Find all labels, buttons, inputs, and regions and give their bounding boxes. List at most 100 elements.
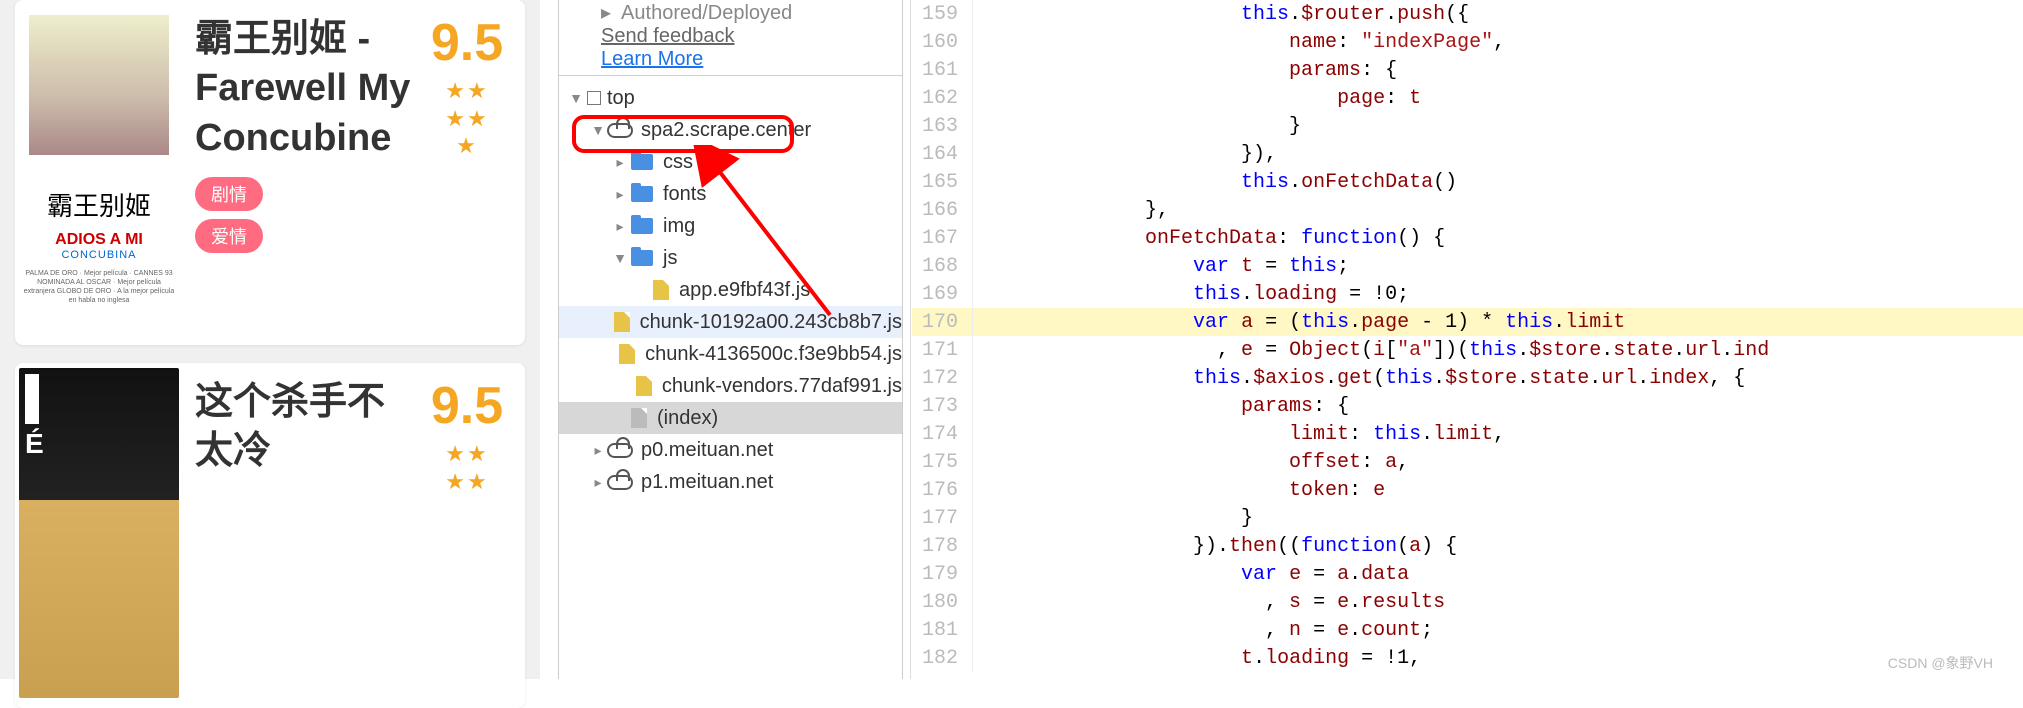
code-text: } (1001, 115, 1301, 138)
code-line[interactable]: 166 }, (912, 196, 2023, 224)
folder-icon (631, 154, 653, 170)
code-text: , n = e.count; (1001, 619, 1433, 642)
code-line[interactable]: 168 var t = this; (912, 252, 2023, 280)
tree-index[interactable]: (index) (559, 402, 902, 434)
code-line[interactable]: 170 var a = (this.page - 1) * this.limit (912, 308, 2023, 336)
code-text: , e = Object(i["a"])(this.$store.state.u… (1001, 339, 1769, 362)
code-line[interactable]: 160 name: "indexPage", (912, 28, 2023, 56)
code-line[interactable]: 180 , s = e.results (912, 588, 2023, 616)
line-number: 160 (912, 31, 972, 54)
code-text: t.loading = !1, (1001, 647, 1421, 670)
tree-label: css (663, 151, 693, 174)
code-text: }).then((function(a) { (1001, 535, 1457, 558)
chevron-right-icon: ▸ (611, 186, 629, 203)
tree-top[interactable]: ▼ top (559, 82, 902, 114)
movie-poster[interactable] (19, 368, 179, 698)
code-line[interactable]: 165 this.onFetchData() (912, 168, 2023, 196)
code-line[interactable]: 172 this.$axios.get(this.$store.state.ur… (912, 364, 2023, 392)
code-line[interactable]: 161 params: { (912, 56, 2023, 84)
movie-card[interactable]: 这个杀手不太冷 9.5 ★★★★ (15, 363, 525, 708)
tree-label: p1.meituan.net (641, 471, 773, 494)
movie-poster[interactable]: 霸王别姬 ADIOS A MI CONCUBINA PALMA DE ORO ·… (19, 5, 179, 335)
code-text: params: { (1001, 59, 1397, 82)
line-number: 164 (912, 143, 972, 166)
movie-rating: 9.5 (419, 376, 515, 436)
code-line[interactable]: 173 params: { (912, 392, 2023, 420)
poster-title-en2: CONCUBINA (19, 249, 179, 261)
tree-label: (index) (657, 407, 718, 430)
js-file-icon (619, 344, 635, 364)
tree-label: spa2.scrape.center (641, 119, 811, 142)
line-number: 178 (912, 535, 972, 558)
code-text: this.onFetchData() (1001, 171, 1457, 194)
watermark: CSDN @象野VH (1888, 653, 1993, 673)
code-line[interactable]: 159 this.$router.push({ (912, 0, 2023, 28)
code-text: page: t (1001, 87, 1421, 110)
movie-title[interactable]: 霸王别姬 - Farewell My Concubine (195, 15, 419, 163)
tree-label: img (663, 215, 695, 238)
code-text: this.$axios.get(this.$store.state.url.in… (1001, 367, 1745, 390)
chevron-down-icon: ▼ (589, 122, 607, 138)
code-line[interactable]: 179 var e = a.data (912, 560, 2023, 588)
code-line[interactable]: 174 limit: this.limit, (912, 420, 2023, 448)
tree-folder-img[interactable]: ▸ img (559, 210, 902, 242)
code-line[interactable]: 181 , n = e.count; (912, 616, 2023, 644)
code-line[interactable]: 176 token: e (912, 476, 2023, 504)
tree-label: p0.meituan.net (641, 439, 773, 462)
line-number: 179 (912, 563, 972, 586)
star-icons: ★★★★★ (419, 77, 515, 160)
line-number: 163 (912, 115, 972, 138)
tree-folder-css[interactable]: ▸ css (559, 146, 902, 178)
tree-folder-js[interactable]: ▼ js (559, 242, 902, 274)
tree-file[interactable]: chunk-vendors.77daf991.js (559, 370, 902, 402)
movie-tags: 剧情 爱情 (195, 177, 419, 261)
code-line[interactable]: 182 t.loading = !1, (912, 644, 2023, 672)
tree-label: app.e9fbf43f.js (679, 279, 810, 302)
code-line[interactable]: 167 onFetchData: function() { (912, 224, 2023, 252)
tree-file[interactable]: chunk-4136500c.f3e9bb54.js (559, 338, 902, 370)
code-line[interactable]: 162 page: t (912, 84, 2023, 112)
chevron-down-icon: ▼ (611, 250, 629, 266)
code-editor[interactable]: 159 this.$router.push({160 name: "indexP… (912, 0, 2023, 679)
code-text: params: { (1001, 395, 1349, 418)
code-line[interactable]: 178 }).then((function(a) { (912, 532, 2023, 560)
tree-label: fonts (663, 183, 706, 206)
line-number: 174 (912, 423, 972, 446)
gutter-border (910, 0, 911, 679)
line-number: 181 (912, 619, 972, 642)
chevron-right-icon: ▸ (589, 442, 607, 459)
code-text: token: e (1001, 479, 1385, 502)
tree-domain-ext[interactable]: ▸ p1.meituan.net (559, 466, 902, 498)
learn-more-link[interactable]: Learn More (601, 48, 703, 70)
code-line[interactable]: 164 }), (912, 140, 2023, 168)
js-file-icon (614, 312, 630, 332)
tree-folder-fonts[interactable]: ▸ fonts (559, 178, 902, 210)
line-number: 180 (912, 591, 972, 614)
code-line[interactable]: 175 offset: a, (912, 448, 2023, 476)
tree-domain[interactable]: ▼ spa2.scrape.center (559, 114, 902, 146)
authored-deployed-label: Authored/Deployed (601, 0, 894, 25)
tag[interactable]: 剧情 (195, 177, 263, 211)
tag[interactable]: 爱情 (195, 219, 263, 253)
send-feedback-link[interactable]: Send feedback (601, 25, 734, 47)
movie-title[interactable]: 这个杀手不太冷 (195, 378, 419, 477)
tree-file[interactable]: app.e9fbf43f.js (559, 274, 902, 306)
tree-domain-ext[interactable]: ▸ p0.meituan.net (559, 434, 902, 466)
line-number: 172 (912, 367, 972, 390)
code-text: }, (1001, 199, 1169, 222)
code-text: var t = this; (1001, 255, 1349, 278)
code-text: this.loading = !0; (1001, 283, 1409, 306)
code-line[interactable]: 169 this.loading = !0; (912, 280, 2023, 308)
line-number: 169 (912, 283, 972, 306)
page-icon (631, 408, 647, 428)
code-line[interactable]: 171 , e = Object(i["a"])(this.$store.sta… (912, 336, 2023, 364)
movie-card[interactable]: 霸王别姬 ADIOS A MI CONCUBINA PALMA DE ORO ·… (15, 0, 525, 345)
tree-file[interactable]: chunk-10192a00.243cb8b7.js (559, 306, 902, 338)
line-number: 159 (912, 3, 972, 26)
code-line[interactable]: 163 } (912, 112, 2023, 140)
line-number: 171 (912, 339, 972, 362)
sources-panel: Authored/Deployed Send feedback Learn Mo… (558, 0, 903, 679)
code-line[interactable]: 177 } (912, 504, 2023, 532)
chevron-right-icon: ▸ (611, 154, 629, 171)
code-text: , s = e.results (1001, 591, 1445, 614)
